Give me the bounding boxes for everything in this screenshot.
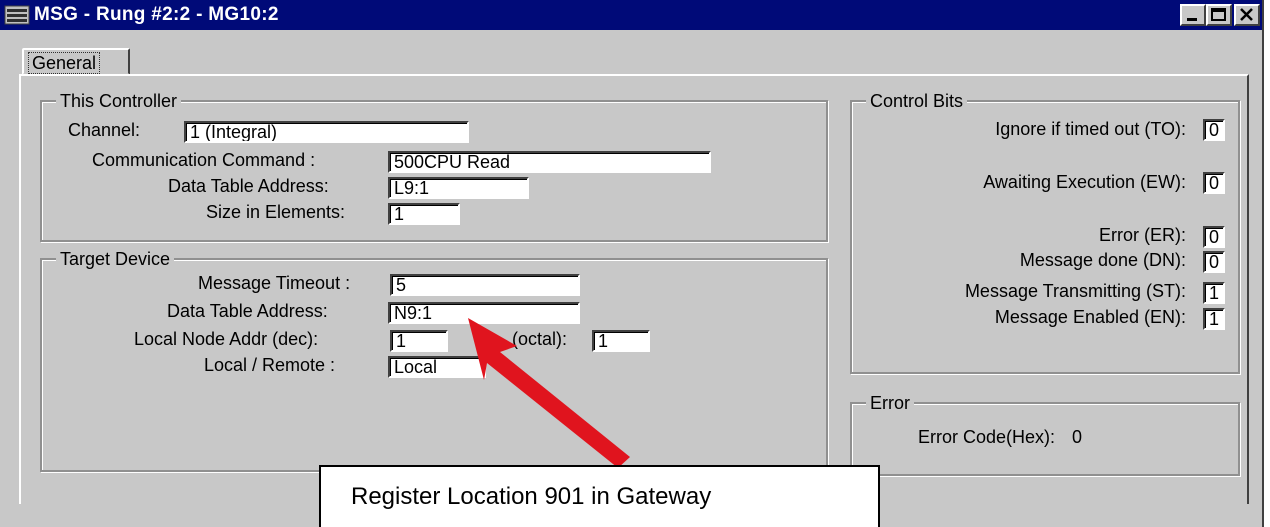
bit-st-label: Message Transmitting (ST): [964, 281, 1186, 301]
command-label: Communication Command : [92, 150, 316, 170]
timeout-label: Message Timeout : [198, 273, 351, 293]
node-octal-label: (octal): [512, 329, 568, 349]
timeout-field[interactable]: 5 [390, 274, 580, 296]
tab-general[interactable]: General [22, 48, 130, 75]
maximize-button[interactable] [1206, 4, 1232, 26]
this-controller-title: This Controller [56, 90, 182, 112]
tab-general-label: General [28, 52, 101, 74]
channel-label: Channel: [68, 120, 141, 140]
target-address-label: Data Table Address: [167, 301, 328, 321]
controller-address-field[interactable]: L9:1 [388, 177, 529, 199]
app-icon [4, 5, 30, 25]
node-octal-field[interactable]: 1 [592, 330, 650, 352]
bit-ew-field[interactable]: 0 [1203, 172, 1225, 194]
title-bar[interactable]: MSG - Rung #2:2 - MG10:2 [0, 0, 1262, 30]
bit-dn-label: Message done (DN): [1019, 250, 1186, 270]
controller-address-label: Data Table Address: [168, 176, 329, 196]
size-label: Size in Elements: [206, 202, 346, 222]
local-remote-label: Local / Remote : [204, 355, 336, 375]
bit-to-field[interactable]: 0 [1203, 119, 1225, 141]
target-address-field[interactable]: N9:1 [388, 302, 580, 324]
bit-er-label: Error (ER): [1099, 225, 1186, 245]
target-device-title: Target Device [56, 248, 175, 270]
channel-field[interactable]: 1 (Integral) [184, 121, 469, 143]
command-field[interactable]: 500CPU Read [388, 151, 711, 173]
annotation-text: Register Location 901 in Gateway [351, 483, 712, 510]
bit-st-field[interactable]: 1 [1203, 282, 1225, 304]
bit-dn-field[interactable]: 0 [1203, 251, 1225, 273]
minimize-button[interactable] [1180, 4, 1206, 26]
annotation-callout: Register Location 901 in Gateway [319, 465, 880, 527]
bit-en-label: Message Enabled (EN): [994, 307, 1186, 327]
bit-en-field[interactable]: 1 [1203, 308, 1225, 330]
node-dec-field[interactable]: 1 [390, 330, 448, 352]
node-dec-label: Local Node Addr (dec): [134, 329, 319, 349]
local-remote-field[interactable]: Local [388, 356, 486, 378]
msg-dialog-window: MSG - Rung #2:2 - MG10:2 General This Co… [0, 0, 1264, 527]
minimize-icon [1187, 18, 1197, 21]
bit-er-field[interactable]: 0 [1203, 226, 1225, 248]
error-code-value: 0 [1072, 427, 1083, 447]
close-icon [1240, 8, 1253, 21]
bit-ew-label: Awaiting Execution (EW): [983, 172, 1186, 192]
control-bits-title: Control Bits [866, 90, 968, 112]
size-field[interactable]: 1 [388, 203, 460, 225]
error-title: Error [866, 392, 914, 414]
error-code-label: Error Code(Hex): [918, 427, 1056, 447]
maximize-icon [1211, 8, 1226, 21]
close-button[interactable] [1234, 4, 1260, 26]
bit-to-label: Ignore if timed out (TO): [995, 119, 1186, 139]
window-title: MSG - Rung #2:2 - MG10:2 [34, 4, 279, 25]
